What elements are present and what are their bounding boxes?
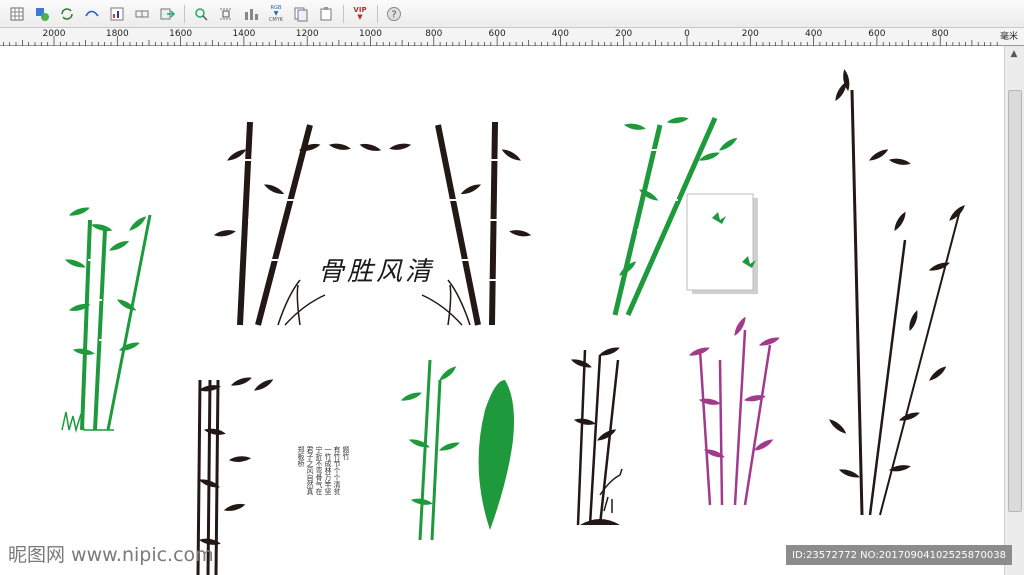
object-manager-icon[interactable]: [31, 3, 53, 25]
link-icon[interactable]: [131, 3, 153, 25]
vertical-scrollbar[interactable]: ▲: [1004, 46, 1024, 575]
calligraphy-title: 骨胜风清: [318, 257, 435, 287]
artwork-layer: [61, 69, 967, 575]
ruler-label: 600: [868, 29, 886, 39]
bamboo-crane[interactable]: [570, 345, 623, 526]
ruler-label: 1000: [359, 29, 382, 39]
chart-icon[interactable]: [106, 3, 128, 25]
tall-black-bamboo[interactable]: [828, 69, 967, 516]
bamboo-poem-text: 题竹 有竹节个个清贫 一竹成林万竿坚 宁折不弯骨气在 君子之风自然真 郑板桥: [297, 446, 350, 495]
distribute-icon[interactable]: [240, 3, 262, 25]
ruler-label: 400: [805, 29, 823, 39]
ruler-label: 0: [684, 29, 690, 39]
undo-curve-icon[interactable]: [81, 3, 103, 25]
ruler-label: 2000: [42, 29, 66, 39]
help-icon[interactable]: ?: [383, 3, 405, 25]
ruler-label: 200: [615, 29, 633, 39]
ruler-label: 1800: [105, 29, 129, 39]
watermark-left: 昵图网 www.nipic.com: [8, 544, 214, 566]
green-bamboo-bottom[interactable]: [400, 359, 514, 541]
ruler-label: 1400: [232, 29, 256, 39]
vip-arrow-icon: ▼: [357, 13, 363, 21]
cmyk-label: CMYK: [268, 16, 284, 23]
align-icon[interactable]: [215, 3, 237, 25]
export-icon[interactable]: [156, 3, 178, 25]
copy-page-icon[interactable]: [290, 3, 312, 25]
ruler-label: 800: [931, 29, 949, 39]
vip-icon[interactable]: VIP ▼: [349, 3, 371, 25]
grid-view-icon[interactable]: [6, 3, 28, 25]
scroll-up-icon[interactable]: ▲: [1005, 46, 1023, 62]
ruler-label: 400: [551, 29, 569, 39]
toolbar: RGB ▼ CMYK VIP ▼ ?: [0, 0, 1024, 28]
green-bamboo-left[interactable]: [61, 205, 152, 433]
ruler-label: 800: [425, 29, 443, 39]
ruler-label: 1600: [169, 29, 193, 39]
rgb-cmyk-icon[interactable]: RGB ▼ CMYK: [265, 3, 287, 25]
drawing-canvas[interactable]: 骨胜风清 题竹 有竹节个个清贫 一竹成林万竿坚 宁折不弯骨气在 君子之风自然真 …: [0, 46, 1004, 575]
scrollbar-thumb[interactable]: [1008, 90, 1022, 512]
ruler-label: 1200: [295, 29, 319, 39]
ruler-unit: 毫米: [999, 32, 1018, 42]
butterfly-card[interactable]: [686, 193, 758, 294]
svg-text:?: ?: [391, 9, 396, 20]
black-bamboo-frame[interactable]: [214, 121, 531, 326]
magenta-bamboo[interactable]: [688, 316, 781, 506]
paste-page-icon[interactable]: [315, 3, 337, 25]
zoom-object-icon[interactable]: [190, 3, 212, 25]
ruler-label: 600: [488, 29, 506, 39]
convert-icon[interactable]: [56, 3, 78, 25]
ruler-label: 200: [741, 29, 759, 39]
horizontal-ruler[interactable]: 毫米 2000 1800 1600 1400 1200 1000 800 600 400 200 0…: [0, 28, 1024, 46]
watermark-id: ID:23572772 NO:20170904102525870038: [786, 545, 1012, 565]
